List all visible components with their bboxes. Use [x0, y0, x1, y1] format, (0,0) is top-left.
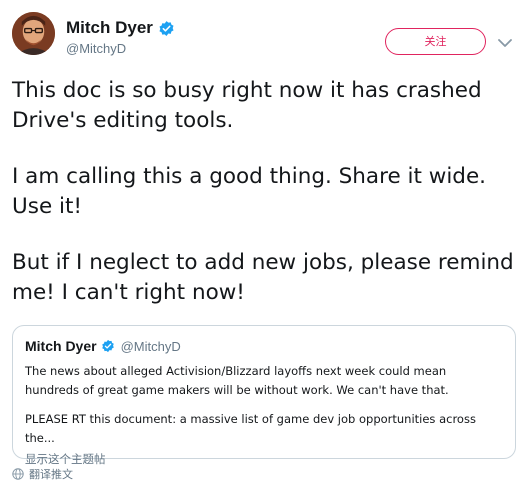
show-thread-link[interactable]: 显示这个主题帖: [25, 450, 503, 469]
quoted-tweet-header: Mitch Dyer @MitchyD: [25, 338, 503, 354]
tweet-paragraph: This doc is so busy right now it has cra…: [12, 78, 482, 133]
avatar-image: [12, 12, 55, 55]
verified-badge-icon: [158, 20, 175, 37]
tweet-paragraph: But if I neglect to add new jobs, please…: [12, 250, 514, 305]
tweet-card: Mitch Dyer @MitchyD 关注 This doc is so bu…: [0, 0, 530, 486]
quoted-tweet[interactable]: Mitch Dyer @MitchyD The news about alleg…: [12, 325, 516, 466]
follow-button[interactable]: 关注: [385, 28, 486, 55]
quoted-author-name: Mitch Dyer: [25, 338, 97, 354]
chevron-down-icon[interactable]: [494, 32, 516, 54]
quoted-tweet-paragraph: PLEASE RT this document: a massive list …: [25, 412, 476, 445]
translate-label[interactable]: 翻译推文: [29, 466, 73, 482]
verified-badge-icon: [101, 339, 115, 353]
tweet-text: This doc is so busy right now it has cra…: [12, 76, 520, 308]
quoted-tweet-paragraph: The news about alleged Activision/Blizza…: [25, 364, 449, 397]
translate-tweet-link[interactable]: 翻译推文: [12, 466, 73, 482]
tweet-paragraph: I am calling this a good thing. Share it…: [12, 164, 487, 219]
author-handle[interactable]: @MitchyD: [66, 41, 126, 56]
quoted-tweet-body: The news about alleged Activision/Blizza…: [25, 362, 503, 469]
quoted-author-handle: @MitchyD: [120, 338, 181, 354]
author-name-row: Mitch Dyer: [66, 18, 175, 38]
author-display-name[interactable]: Mitch Dyer: [66, 18, 153, 38]
author-avatar[interactable]: [12, 12, 55, 55]
globe-icon: [12, 468, 24, 480]
